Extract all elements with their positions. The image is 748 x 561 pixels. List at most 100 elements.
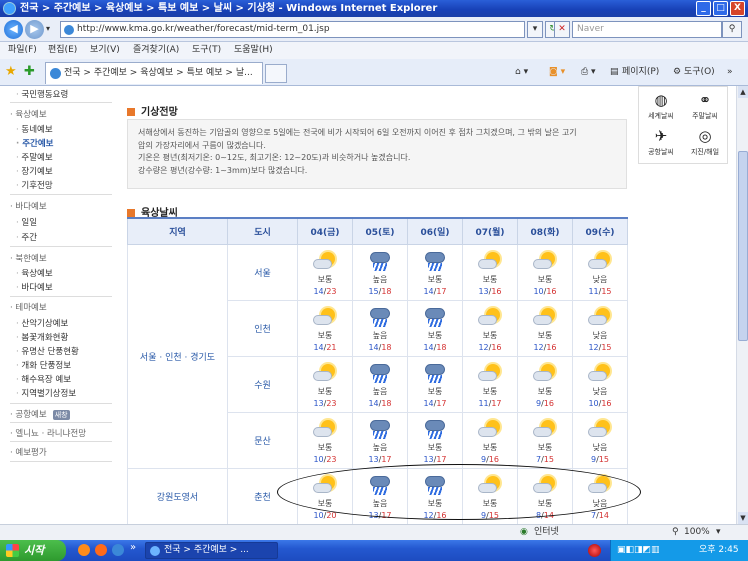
sidebar-item-north-land[interactable]: 육상예보: [10, 267, 112, 279]
weather-condition: 보통: [427, 442, 443, 452]
help-menu-icon[interactable]: »: [727, 59, 733, 86]
weather-cell: 보통 13/16: [462, 243, 518, 301]
sidebar-section-elnino[interactable]: · 엘니뇨 · 라니냐전망: [10, 427, 112, 439]
weather-cell: 높음 13/17: [352, 467, 408, 524]
print-icon[interactable]: ⎙ ▾: [581, 59, 596, 86]
partly-cloudy-icon: [477, 475, 503, 495]
back-button[interactable]: ◀: [4, 20, 23, 39]
sidebar-item-mountain[interactable]: 산악기상예보: [10, 317, 112, 329]
scroll-up-arrow[interactable]: ▲: [738, 86, 748, 98]
sidebar-section-land[interactable]: · 육상예보: [10, 108, 112, 120]
sidebar-item-daily[interactable]: 일일: [10, 216, 112, 228]
quicklink-label: 주말날씨: [692, 112, 718, 120]
new-tab-button[interactable]: [265, 64, 287, 83]
partly-cloudy-icon: [477, 419, 503, 439]
menu-file[interactable]: 파일(F): [8, 42, 37, 59]
sidebar-item-weekly[interactable]: 주간예보: [10, 137, 112, 149]
sidebar-item-beach[interactable]: 해수욕장 예보: [10, 373, 112, 385]
menu-help[interactable]: 도움말(H): [234, 42, 273, 59]
quicklaunch-icon[interactable]: [78, 544, 90, 556]
scroll-down-arrow[interactable]: ▼: [738, 512, 748, 524]
address-dropdown-button[interactable]: ▾: [527, 21, 543, 38]
minimize-button[interactable]: _: [696, 1, 711, 16]
min-temp: 9: [481, 510, 487, 520]
weather-condition: 보통: [537, 274, 553, 284]
sidebar-item-blossom[interactable]: 봄꽃개화현황: [10, 331, 112, 343]
sidebar-section-theme[interactable]: · 테마예보: [10, 301, 112, 313]
weather-condition: 보통: [427, 386, 443, 396]
globe-icon: ◍: [654, 91, 668, 109]
menu-view[interactable]: 보기(V): [90, 42, 120, 59]
quicklink-weekend[interactable]: ⚭ 주말날씨: [683, 91, 727, 121]
rain-icon: [367, 251, 393, 271]
page-menu[interactable]: 페이지(P): [622, 59, 659, 86]
weather-condition: 보통: [482, 386, 498, 396]
weather-cell: 보통 12/16: [462, 299, 518, 357]
tab-label: 전국 > 주간예보 > 육상예보 > 특보 예보 > 날...: [64, 68, 253, 78]
weather-condition: 보통: [482, 498, 498, 508]
history-dropdown-icon[interactable]: ▾: [46, 24, 50, 33]
weather-condition: 높음: [372, 386, 388, 396]
temperature: 10/16: [588, 398, 612, 408]
tools-menu[interactable]: 도구(O): [684, 59, 715, 86]
weather-cell: 보통 11/17: [462, 355, 518, 413]
weather-condition: 보통: [537, 442, 553, 452]
feeds-icon[interactable]: ◙ ▾: [549, 59, 565, 86]
weather-cell: 보통 13/17: [407, 411, 463, 469]
search-input[interactable]: Naver: [572, 21, 722, 38]
weather-condition: 보통: [482, 274, 498, 284]
sidebar-section-sea[interactable]: · 바다예보: [10, 200, 112, 212]
forecast-box: 서해상에서 동진하는 기압골의 영향으로 5일에는 전국에 비가 시작되어 6일…: [127, 119, 627, 189]
zoom-level[interactable]: 100%: [684, 525, 710, 540]
taskbar-ie-window[interactable]: 전국 > 주간예보 > ...: [145, 542, 278, 559]
weather-condition: 높음: [372, 330, 388, 340]
sidebar-item-weekly-sea[interactable]: 주간: [10, 231, 112, 243]
start-button[interactable]: 시작: [0, 540, 66, 561]
quicklaunch-icon[interactable]: [112, 544, 124, 556]
max-temp: 15: [601, 286, 612, 296]
maximize-button[interactable]: □: [713, 1, 728, 16]
forward-button[interactable]: ▶: [25, 20, 44, 39]
quicklink-world[interactable]: ◍ 세계날씨: [639, 91, 683, 121]
sidebar-section-airport[interactable]: · 공항예보 새창: [10, 408, 112, 420]
tray-icons[interactable]: ▣◧◨◩▥: [617, 540, 660, 561]
favorites-star-icon[interactable]: ★: [5, 64, 17, 79]
sidebar-item-regional[interactable]: 지역별기상정보: [10, 387, 112, 399]
quicklaunch-icon[interactable]: [95, 544, 107, 556]
search-button[interactable]: ⚲: [722, 21, 742, 38]
sidebar-item-longterm[interactable]: 장기예보: [10, 165, 112, 177]
close-button[interactable]: X: [730, 1, 745, 16]
sidebar-section-north[interactable]: · 북한예보: [10, 252, 112, 264]
sidebar-item-north-sea[interactable]: 바다예보: [10, 281, 112, 293]
browser-tab[interactable]: 전국 > 주간예보 > 육상예보 > 특보 예보 > 날...: [45, 62, 263, 84]
menu-favorites[interactable]: 즐겨찾기(A): [133, 42, 179, 59]
temperature: 12/16: [478, 342, 502, 352]
menu-edit[interactable]: 편집(E): [48, 42, 77, 59]
vertical-scrollbar[interactable]: ▲ ▼: [736, 86, 748, 524]
sidebar-item-bloom-foliage[interactable]: 개화 단풍정보: [10, 359, 112, 371]
max-temp: 16: [546, 342, 557, 352]
menu-tools[interactable]: 도구(T): [192, 42, 221, 59]
zoom-icon: ⚲: [672, 527, 679, 537]
zoom-dropdown-icon[interactable]: ▾: [716, 525, 721, 540]
quicklaunch-more-icon[interactable]: »: [130, 542, 136, 553]
home-icon[interactable]: ⌂ ▾: [515, 59, 528, 86]
sidebar-item-climate[interactable]: 기후전망: [10, 179, 112, 191]
col-city: 도시: [227, 217, 298, 245]
quicklink-airport[interactable]: ✈ 공항날씨: [639, 127, 683, 157]
sidebar-item-guide[interactable]: 국민행동요령: [10, 88, 112, 100]
add-favorite-icon[interactable]: ✚: [24, 64, 35, 79]
quicklink-earthquake[interactable]: ◎ 지진/해일: [683, 127, 727, 157]
sidebar-item-foliage[interactable]: 유명산 단풍현황: [10, 345, 112, 357]
sidebar-section-eval[interactable]: · 예보평가: [10, 446, 112, 458]
weather-cell: 보통 10/23: [297, 411, 353, 469]
forecast-line: 압의 가장자리에서 구름이 많겠습니다.: [138, 140, 266, 150]
tray-app-icon[interactable]: [588, 544, 601, 557]
window-titlebar[interactable]: 전국 > 주간예보 > 육상예보 > 특보 예보 > 날씨 > 기상청 - Wi…: [0, 0, 748, 17]
address-input[interactable]: http://www.kma.go.kr/weather/forecast/mi…: [60, 21, 525, 38]
sidebar-item-dongne[interactable]: 동네예보: [10, 123, 112, 135]
stop-button[interactable]: ✕: [554, 21, 570, 38]
scrollbar-thumb[interactable]: [738, 151, 748, 341]
temperature: 9/16: [536, 398, 554, 408]
sidebar-item-weekend[interactable]: 주말예보: [10, 151, 112, 163]
